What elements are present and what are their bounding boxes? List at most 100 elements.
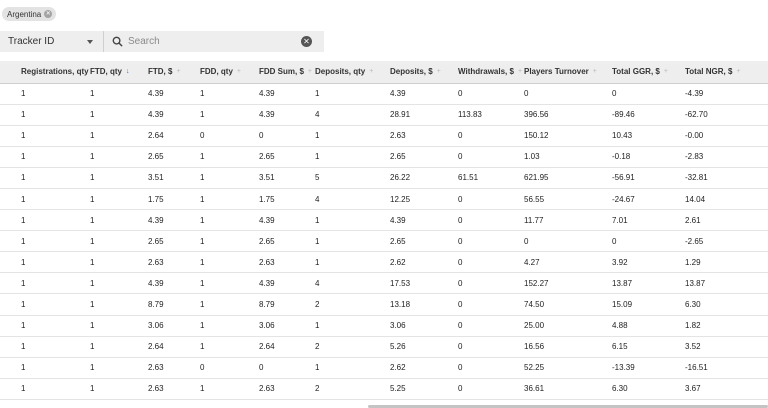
column-header[interactable]: Total NGR, $ + [685, 61, 768, 84]
table-cell: 1 [315, 357, 390, 379]
sort-icon[interactable]: + [736, 68, 740, 75]
table-cell: 1 [200, 315, 259, 337]
table-cell: 16.56 [524, 336, 612, 358]
country-filter-chip[interactable]: Argentina ✕ [2, 7, 57, 21]
table-toolbar: Tracker ID Search ✕ [0, 31, 324, 52]
table-row[interactable]: 1 1 8.79 1 8.79 2 13.18 0 74.50 15.09 6.30 [0, 293, 768, 316]
chevron-down-icon [87, 39, 93, 44]
sort-icon[interactable]: + [518, 68, 522, 75]
column-header-label: Players Turnover [524, 67, 589, 77]
table-cell: 0 [458, 125, 524, 147]
table-cell: 3.06 [390, 315, 458, 337]
table-cell: 0 [458, 146, 524, 168]
table-cell: 1 [0, 272, 90, 295]
table-row[interactable]: 1 1 2.63 1 2.63 2 5.25 0 36.61 6.30 3.67 [0, 378, 768, 400]
table-cell: 4 [315, 272, 390, 295]
sort-icon[interactable]: + [237, 68, 241, 75]
table-row[interactable]: 1 1 4.39 1 4.39 4 28.91 113.83 396.56 -89.46 -62.7… [0, 104, 768, 126]
sort-icon[interactable]: + [369, 68, 373, 75]
table-cell: 1 [90, 146, 148, 168]
column-header[interactable]: Registrations, qty+ [0, 61, 90, 84]
table-cell: -89.46 [612, 104, 685, 126]
table-row[interactable]: 1 1 4.39 1 4.39 1 4.39 0 11.77 7.01 2.61 [0, 209, 768, 232]
table-cell: -4.39 [685, 83, 768, 105]
table-row[interactable]: 1 1 2.64 1 2.64 2 5.26 0 16.56 6.15 3.52 [0, 336, 768, 358]
table-cell: -0.00 [685, 125, 768, 147]
table-cell: 25.00 [524, 315, 612, 337]
table-cell: 1 [315, 209, 390, 232]
column-header[interactable]: Deposits, $ + [390, 61, 458, 84]
column-header[interactable]: FTD, $ + [148, 61, 200, 84]
table-cell: 2.65 [259, 230, 315, 253]
search-icon [112, 36, 123, 47]
tracker-id-select[interactable]: Tracker ID [0, 31, 104, 52]
table-cell: 1.75 [148, 188, 200, 211]
sort-desc-icon[interactable]: ↓ [126, 68, 130, 75]
table-cell: 0 [458, 272, 524, 295]
chip-remove-icon[interactable]: ✕ [44, 10, 53, 18]
table-row[interactable]: 1 1 3.06 1 3.06 1 3.06 0 25.00 4.88 1.82 [0, 315, 768, 337]
table-row[interactable]: 1 1 3.51 1 3.51 5 26.22 61.51 621.95 -56.91 -32.81 [0, 167, 768, 189]
table-cell: 150.12 [524, 125, 612, 147]
table-row[interactable]: 1 1 2.64 0 0 1 2.63 0 150.12 10.43 -0.00 [0, 125, 768, 147]
clear-search-icon[interactable]: ✕ [301, 36, 312, 47]
search-input[interactable]: Search [128, 36, 160, 47]
table-cell: 4.39 [148, 104, 200, 126]
tracker-select-label: Tracker ID [8, 36, 55, 47]
table-row[interactable]: 1 1 4.39 1 4.39 4 17.53 0 152.27 13.87 13.87 [0, 272, 768, 295]
column-header[interactable]: FDD, qty + [200, 61, 259, 84]
table-cell: 8.79 [259, 293, 315, 316]
table-row[interactable]: 1 1 2.63 1 2.63 1 2.62 0 4.27 3.92 1.29 [0, 251, 768, 274]
table-cell: 6.15 [612, 336, 685, 358]
column-header[interactable]: FDD Sum, $ + [259, 61, 315, 84]
table-cell: 2.63 [148, 251, 200, 274]
sort-icon[interactable]: + [308, 68, 312, 75]
table-cell: 26.22 [390, 167, 458, 189]
table-cell: 3.67 [685, 378, 768, 400]
sort-icon[interactable]: + [437, 68, 441, 75]
table-cell: 0 [612, 230, 685, 253]
table-cell: 36.61 [524, 378, 612, 400]
table-cell: 3.51 [259, 167, 315, 189]
column-header-label: FDD Sum, $ [259, 67, 304, 77]
column-header[interactable]: Deposits, qty + [315, 61, 390, 84]
column-header[interactable]: Withdrawals, $ + [458, 61, 524, 84]
sort-icon[interactable]: + [664, 68, 668, 75]
sort-icon[interactable]: + [593, 68, 597, 75]
table-cell: 1.82 [685, 315, 768, 337]
table-row[interactable]: 1 1 2.65 1 2.65 1 2.65 0 1.03 -0.18 -2.83 [0, 146, 768, 168]
table-cell: 1 [315, 230, 390, 253]
table-cell: 1 [0, 83, 90, 105]
table-cell: 0 [200, 357, 259, 379]
table-cell: 1 [90, 272, 148, 295]
table-cell: 1 [90, 336, 148, 358]
report-table-container: Registrations, qty+FTD, qty↓FTD, $+FDD, … [0, 61, 768, 408]
search-field[interactable]: Search ✕ [104, 31, 324, 52]
table-cell: 1 [0, 188, 90, 211]
column-header[interactable]: Total GGR, $ + [612, 61, 685, 84]
column-header-label: Registrations, qty [21, 67, 89, 77]
table-cell: 0 [458, 336, 524, 358]
table-cell: 621.95 [524, 167, 612, 189]
table-row[interactable]: 1 1 2.65 1 2.65 1 2.65 0 0 0 -2.65 [0, 230, 768, 253]
column-header-label: Total NGR, $ [685, 67, 733, 77]
table-row[interactable]: 1 1 4.39 1 4.39 1 4.39 0 0 0 -4.39 [0, 83, 768, 105]
table-cell: 4.39 [148, 209, 200, 232]
table-row[interactable]: 1 1 2.63 0 0 1 2.62 0 52.25 -13.39 -16.51 [0, 357, 768, 379]
table-body: 1 1 4.39 1 4.39 1 4.39 0 0 0 -4.39 1 1 4.39 1 4.39 4 28.9… [0, 83, 768, 400]
table-cell: 1 [0, 251, 90, 274]
table-cell: -62.70 [685, 104, 768, 126]
table-cell: 0 [259, 357, 315, 379]
table-cell: 4 [315, 104, 390, 126]
table-cell: 3.06 [148, 315, 200, 337]
column-header[interactable]: FTD, qty ↓ [90, 61, 148, 84]
table-cell: 15.09 [612, 293, 685, 316]
column-header-label: Total GGR, $ [612, 67, 660, 77]
column-header[interactable]: Players Turnover + [524, 61, 612, 84]
table-cell: 3.51 [148, 167, 200, 189]
sort-icon[interactable]: + [176, 68, 180, 75]
table-row[interactable]: 1 1 1.75 1 1.75 4 12.25 0 56.55 -24.67 14.04 [0, 188, 768, 211]
table-cell: 2.64 [148, 336, 200, 358]
table-cell: 10.43 [612, 125, 685, 147]
table-cell: -0.18 [612, 146, 685, 168]
